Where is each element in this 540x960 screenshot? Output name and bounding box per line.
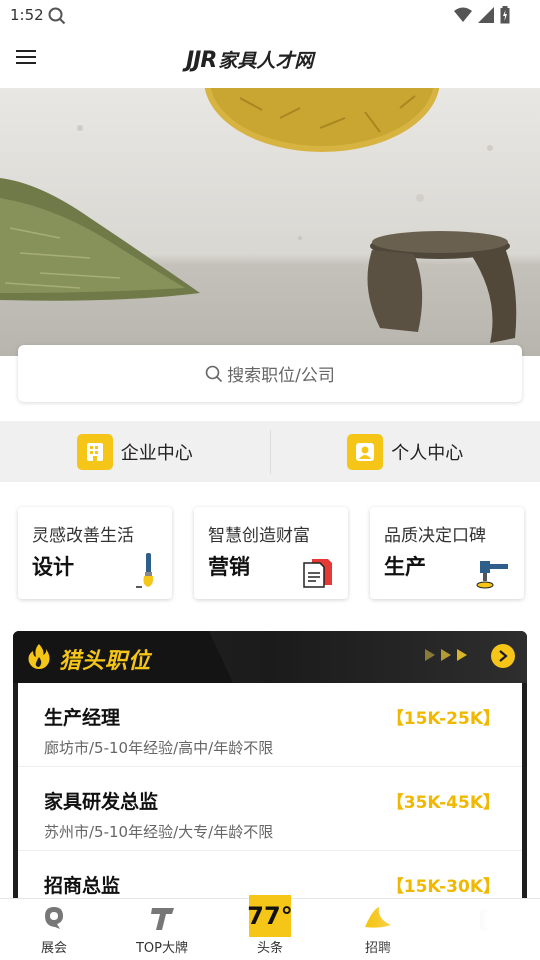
- nav-label: 招聘: [364, 941, 391, 956]
- nav-top-brand[interactable]: TOP大牌: [108, 899, 216, 960]
- nav-headline[interactable]: 77° 头条: [216, 895, 324, 960]
- status-bar: 1:52: [0, 0, 540, 32]
- app-logo: JJR 家具人才网: [186, 46, 313, 73]
- hammer-icon: [476, 557, 510, 593]
- bottom-nav: 展会 TOP大牌 77° 头条 招聘: [0, 895, 540, 960]
- card-subtitle: 品质决定口碑: [384, 526, 486, 546]
- menu-line: [16, 50, 36, 52]
- personal-center-label: 个人中心: [391, 442, 464, 464]
- arrow-icon: [441, 649, 451, 661]
- card-subtitle: 智慧创造财富: [208, 526, 310, 546]
- search-icon: [205, 365, 223, 382]
- arrow-icon: [457, 649, 467, 661]
- job-salary: 【35K-45K】: [386, 793, 500, 813]
- card-title: 生产: [384, 555, 426, 579]
- job-title: 生产经理: [44, 707, 121, 729]
- personal-center-button[interactable]: 个人中心: [271, 421, 540, 482]
- nav-label: 头条: [256, 941, 283, 956]
- status-time: 1:52: [10, 6, 44, 24]
- signal-icon: [478, 7, 494, 23]
- job-meta: 廊坊市/5-10年经验/高中/年龄不限: [44, 739, 274, 757]
- top-brand-icon: [149, 905, 175, 935]
- arrows-decoration: [425, 649, 467, 661]
- card-title: 设计: [32, 555, 74, 579]
- category-cards: 灵感改善生活 设计 智慧创造财富 营销 品质决定口碑 生产: [18, 507, 524, 599]
- center-bar: 企业中心 个人中心: [0, 421, 540, 482]
- arrow-icon: [425, 649, 435, 661]
- logo-latin: JJR: [186, 48, 217, 73]
- paintbrush-icon: [134, 553, 158, 593]
- job-item[interactable]: 家具研发总监 【35K-45K】 苏州市/5-10年经验/大专/年龄不限: [18, 767, 522, 851]
- company-icon: [76, 433, 113, 470]
- job-item[interactable]: 生产经理 【15K-25K】 廊坊市/5-10年经验/高中/年龄不限: [18, 683, 522, 767]
- headline-77-icon: 77°: [247, 895, 293, 937]
- profile-icon: [476, 905, 496, 935]
- status-search-icon: [48, 7, 66, 29]
- category-card-production[interactable]: 品质决定口碑 生产: [370, 507, 524, 599]
- job-title: 家具研发总监: [44, 791, 159, 813]
- job-salary: 【15K-30K】: [386, 877, 500, 897]
- nav-label: TOP大牌: [135, 941, 188, 956]
- more-jobs-button[interactable]: [491, 644, 515, 668]
- job-meta: 苏州市/5-10年经验/大专/年龄不限: [44, 823, 274, 841]
- headhunter-header: 猎头职位: [13, 631, 527, 683]
- menu-line: [16, 56, 36, 58]
- menu-button[interactable]: [14, 46, 42, 74]
- app-bar: JJR 家具人才网: [0, 32, 540, 88]
- search-placeholder: 搜索职位/公司: [227, 366, 335, 386]
- document-icon: [302, 557, 334, 593]
- card-subtitle: 灵感改善生活: [32, 526, 134, 546]
- battery-icon: [500, 6, 510, 24]
- company-center-button[interactable]: 企业中心: [0, 421, 270, 482]
- fire-icon: [27, 643, 51, 673]
- recruit-icon: [363, 905, 393, 935]
- wifi-icon: [454, 7, 472, 22]
- nav-label: 展会: [40, 941, 67, 956]
- person-icon: [347, 433, 384, 470]
- chevron-right-icon: [499, 650, 508, 662]
- headhunter-title: 猎头职位: [59, 649, 152, 674]
- company-center-label: 企业中心: [120, 442, 193, 464]
- status-icons: [454, 6, 510, 24]
- hero-image: [0, 88, 540, 356]
- job-list: 生产经理 【15K-25K】 廊坊市/5-10年经验/高中/年龄不限 家具研发总…: [18, 683, 522, 921]
- nav-recruit[interactable]: 招聘: [324, 899, 432, 960]
- card-title: 营销: [208, 555, 250, 579]
- job-salary: 【15K-25K】: [386, 709, 500, 729]
- job-title: 招商总监: [44, 875, 121, 897]
- search-input[interactable]: 搜索职位/公司: [18, 345, 522, 402]
- category-card-design[interactable]: 灵感改善生活 设计: [18, 507, 172, 599]
- nav-expo[interactable]: 展会: [0, 899, 108, 960]
- nav-profile[interactable]: [432, 899, 540, 960]
- menu-line: [16, 62, 36, 64]
- expo-icon: [43, 905, 65, 935]
- hero-banner[interactable]: [0, 88, 540, 356]
- category-card-marketing[interactable]: 智慧创造财富 营销: [194, 507, 348, 599]
- logo-chinese: 家具人才网: [218, 50, 314, 72]
- headhunter-section: 猎头职位 生产经理 【15K-25K】 廊坊市/5-10年经验/高中/年龄不限 …: [13, 631, 527, 921]
